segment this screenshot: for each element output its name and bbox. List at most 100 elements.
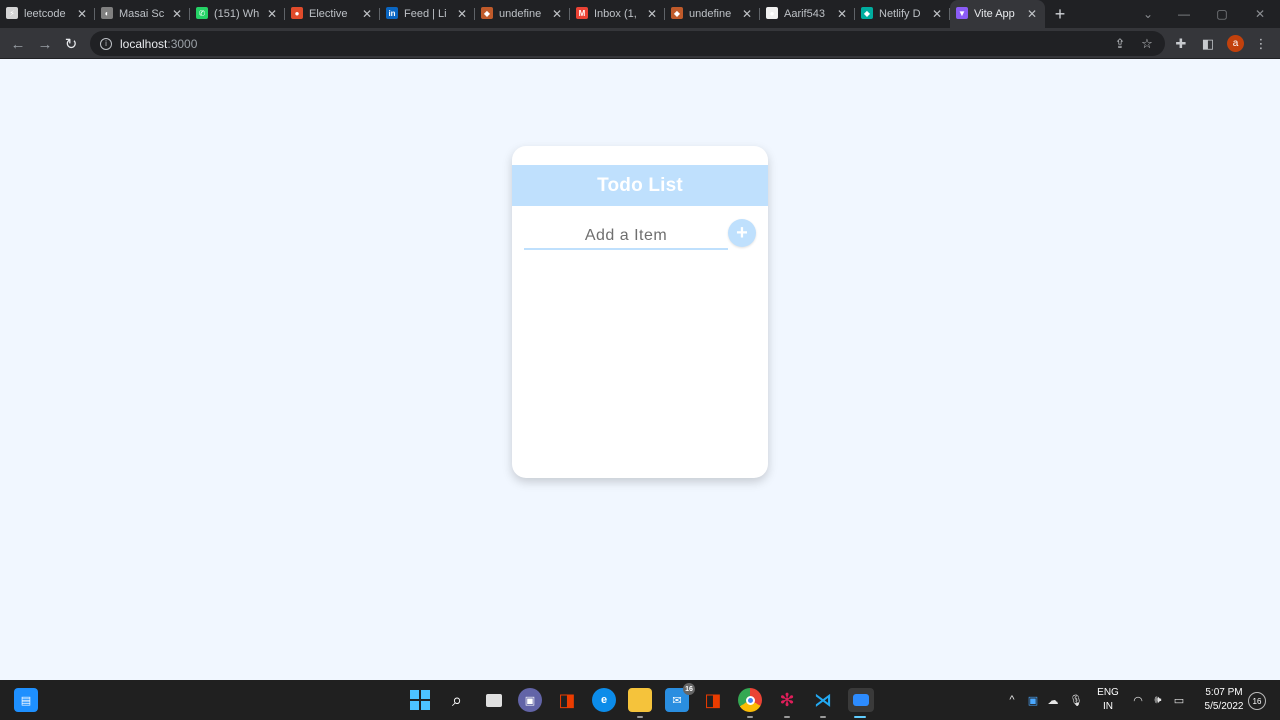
search-icon[interactable]: ⌕ — [445, 688, 469, 712]
profile-avatar[interactable]: a — [1227, 35, 1244, 52]
vscode-icon[interactable]: ⋊ — [811, 688, 835, 718]
teams-chat-icon[interactable]: ▣ — [518, 688, 542, 712]
plus-icon: + — [736, 221, 748, 244]
browser-tab[interactable]: ▼ Vite App ✕ — [950, 0, 1045, 28]
close-tab-icon[interactable]: ✕ — [1025, 7, 1039, 21]
browser-tab[interactable]: in Feed | Li ✕ — [380, 0, 475, 28]
address-host: localhost — [120, 36, 168, 51]
clock-date: 5/5/2022 — [1204, 701, 1244, 712]
extensions-icon[interactable]: ✚ — [1171, 34, 1191, 54]
maximize-icon[interactable]: ▢ — [1204, 0, 1240, 28]
tab-bar: ⚡ leetcode ✕ ◐ Masai Sc ✕ ✆ (151) Wh ✕ ● Elective ✕… — [0, 0, 1280, 28]
side-panel-icon[interactable]: ◧ — [1198, 34, 1218, 54]
todo-header: Todo List — [512, 165, 768, 206]
tab-search-icon[interactable]: ⌄ — [1130, 0, 1166, 28]
zoom-icon[interactable] — [848, 688, 874, 718]
browser-tab[interactable]: M Inbox (1, ✕ — [570, 0, 665, 28]
tab-title: Netlify D — [879, 8, 921, 20]
reload-icon[interactable]: ↻ — [60, 33, 82, 55]
volume-icon[interactable]: 🕪 — [1150, 680, 1166, 720]
start-icon[interactable] — [408, 688, 432, 712]
share-icon[interactable]: ⇪ — [1110, 34, 1130, 54]
office-word-icon[interactable]: ◨ — [701, 688, 725, 712]
microphone-icon[interactable]: 🎙 — [1068, 680, 1084, 720]
widgets-icon[interactable]: ▤ — [14, 688, 38, 712]
tab-title: undefine — [499, 8, 542, 20]
tab-title: Aarif543 — [784, 8, 825, 20]
browser-tab[interactable]: ◆ undefine ✕ — [665, 0, 760, 28]
tab-title: Elective — [309, 8, 348, 20]
close-tab-icon[interactable]: ✕ — [835, 7, 849, 21]
back-icon[interactable]: ← — [7, 33, 29, 55]
browser-tab[interactable]: ● Elective ✕ — [285, 0, 380, 28]
onedrive-icon[interactable]: ☁ — [1044, 680, 1062, 720]
menu-icon[interactable]: ⋮ — [1251, 34, 1271, 54]
zoom-tray-icon[interactable]: ▣ — [1025, 680, 1041, 720]
site-info-icon[interactable]: i — [100, 37, 112, 50]
close-window-icon[interactable]: ✕ — [1242, 0, 1278, 28]
office-icon[interactable]: ◨ — [555, 688, 579, 712]
tab-favicon-icon: ◆ — [671, 7, 683, 19]
browser-tab[interactable]: ✆ (151) Wh ✕ — [190, 0, 285, 28]
language-indicator[interactable]: ENG IN — [1094, 686, 1122, 714]
todo-card: Todo List + — [512, 146, 768, 478]
browser-tab[interactable]: ⚡ leetcode ✕ — [0, 0, 95, 28]
windows-taskbar: ▤ ⌕ ▣ ◨ e ✉ 16 ◨ ✻ ⋊ ^ ▣ ☁ 🎙 ENG IN ◠ 🕪 ▭… — [0, 680, 1280, 720]
mail-badge: 16 — [683, 683, 695, 695]
clock[interactable]: 5:07 PM 5/5/2022 — [1192, 686, 1256, 714]
browser-toolbar: ← → ↻ i localhost:3000 ⇪ ☆ ✚ ◧ a ⋮ — [0, 28, 1280, 59]
tab-favicon-icon: ◆ — [481, 7, 493, 19]
add-item-button[interactable]: + — [728, 219, 756, 247]
tab-favicon-icon: M — [576, 7, 588, 19]
tab-favicon-icon: in — [386, 7, 398, 19]
edge-icon[interactable]: e — [592, 688, 616, 712]
battery-icon[interactable]: ▭ — [1170, 680, 1188, 720]
close-tab-icon[interactable]: ✕ — [360, 7, 374, 21]
wifi-icon[interactable]: ◠ — [1130, 680, 1146, 720]
tab-favicon-icon: ● — [766, 7, 778, 19]
tab-strip: ⚡ leetcode ✕ ◐ Masai Sc ✕ ✆ (151) Wh ✕ ● Elective ✕… — [0, 0, 1045, 28]
star-icon[interactable]: ☆ — [1137, 34, 1157, 54]
close-tab-icon[interactable]: ✕ — [75, 7, 89, 21]
tab-title: Feed | Li — [404, 8, 447, 20]
close-tab-icon[interactable]: ✕ — [265, 7, 279, 21]
tab-title: leetcode — [24, 8, 66, 20]
close-tab-icon[interactable]: ✕ — [645, 7, 659, 21]
address-port: :3000 — [167, 36, 198, 51]
tab-favicon-icon: ⚡ — [6, 7, 18, 19]
language-code: ENG — [1097, 687, 1119, 698]
browser-tab[interactable]: ● Aarif543 ✕ — [760, 0, 855, 28]
close-tab-icon[interactable]: ✕ — [170, 7, 184, 21]
close-tab-icon[interactable]: ✕ — [455, 7, 469, 21]
tab-title: Vite App — [974, 8, 1015, 20]
show-hidden-icons-icon[interactable]: ^ — [1005, 680, 1019, 720]
tab-favicon-icon: ▼ — [956, 7, 968, 19]
language-region: IN — [1103, 701, 1113, 712]
mail-icon[interactable]: ✉ 16 — [665, 683, 695, 712]
new-tab-button[interactable]: + — [1045, 0, 1075, 28]
task-view-icon[interactable] — [482, 688, 506, 712]
chrome-icon[interactable] — [738, 688, 762, 718]
address-bar[interactable]: i localhost:3000 ⇪ ☆ — [90, 31, 1165, 56]
tab-title: (151) Wh — [214, 8, 260, 20]
close-tab-icon[interactable]: ✕ — [550, 7, 564, 21]
close-tab-icon[interactable]: ✕ — [740, 7, 754, 21]
tab-favicon-icon: ◐ — [101, 7, 113, 19]
tab-title: Inbox (1, — [594, 8, 637, 20]
browser-tab[interactable]: ◐ Masai Sc ✕ — [95, 0, 190, 28]
tab-favicon-icon: ✆ — [196, 7, 208, 19]
browser-tab[interactable]: ◆ Netlify D ✕ — [855, 0, 950, 28]
notification-count: 16 — [1248, 692, 1266, 710]
browser-tab[interactable]: ◆ undefine ✕ — [475, 0, 570, 28]
tab-favicon-icon: ● — [291, 7, 303, 19]
tab-title: undefine — [689, 8, 732, 20]
file-explorer-icon[interactable] — [628, 688, 652, 718]
minimize-icon[interactable]: — — [1166, 0, 1202, 28]
page-title: Todo List — [597, 174, 683, 196]
slack-icon[interactable]: ✻ — [775, 688, 799, 718]
notification-center-button[interactable]: 16 — [1248, 692, 1266, 710]
add-item-input[interactable] — [524, 224, 728, 250]
close-tab-icon[interactable]: ✕ — [930, 7, 944, 21]
clock-time: 5:07 PM — [1205, 687, 1243, 698]
forward-icon[interactable]: → — [34, 33, 56, 55]
